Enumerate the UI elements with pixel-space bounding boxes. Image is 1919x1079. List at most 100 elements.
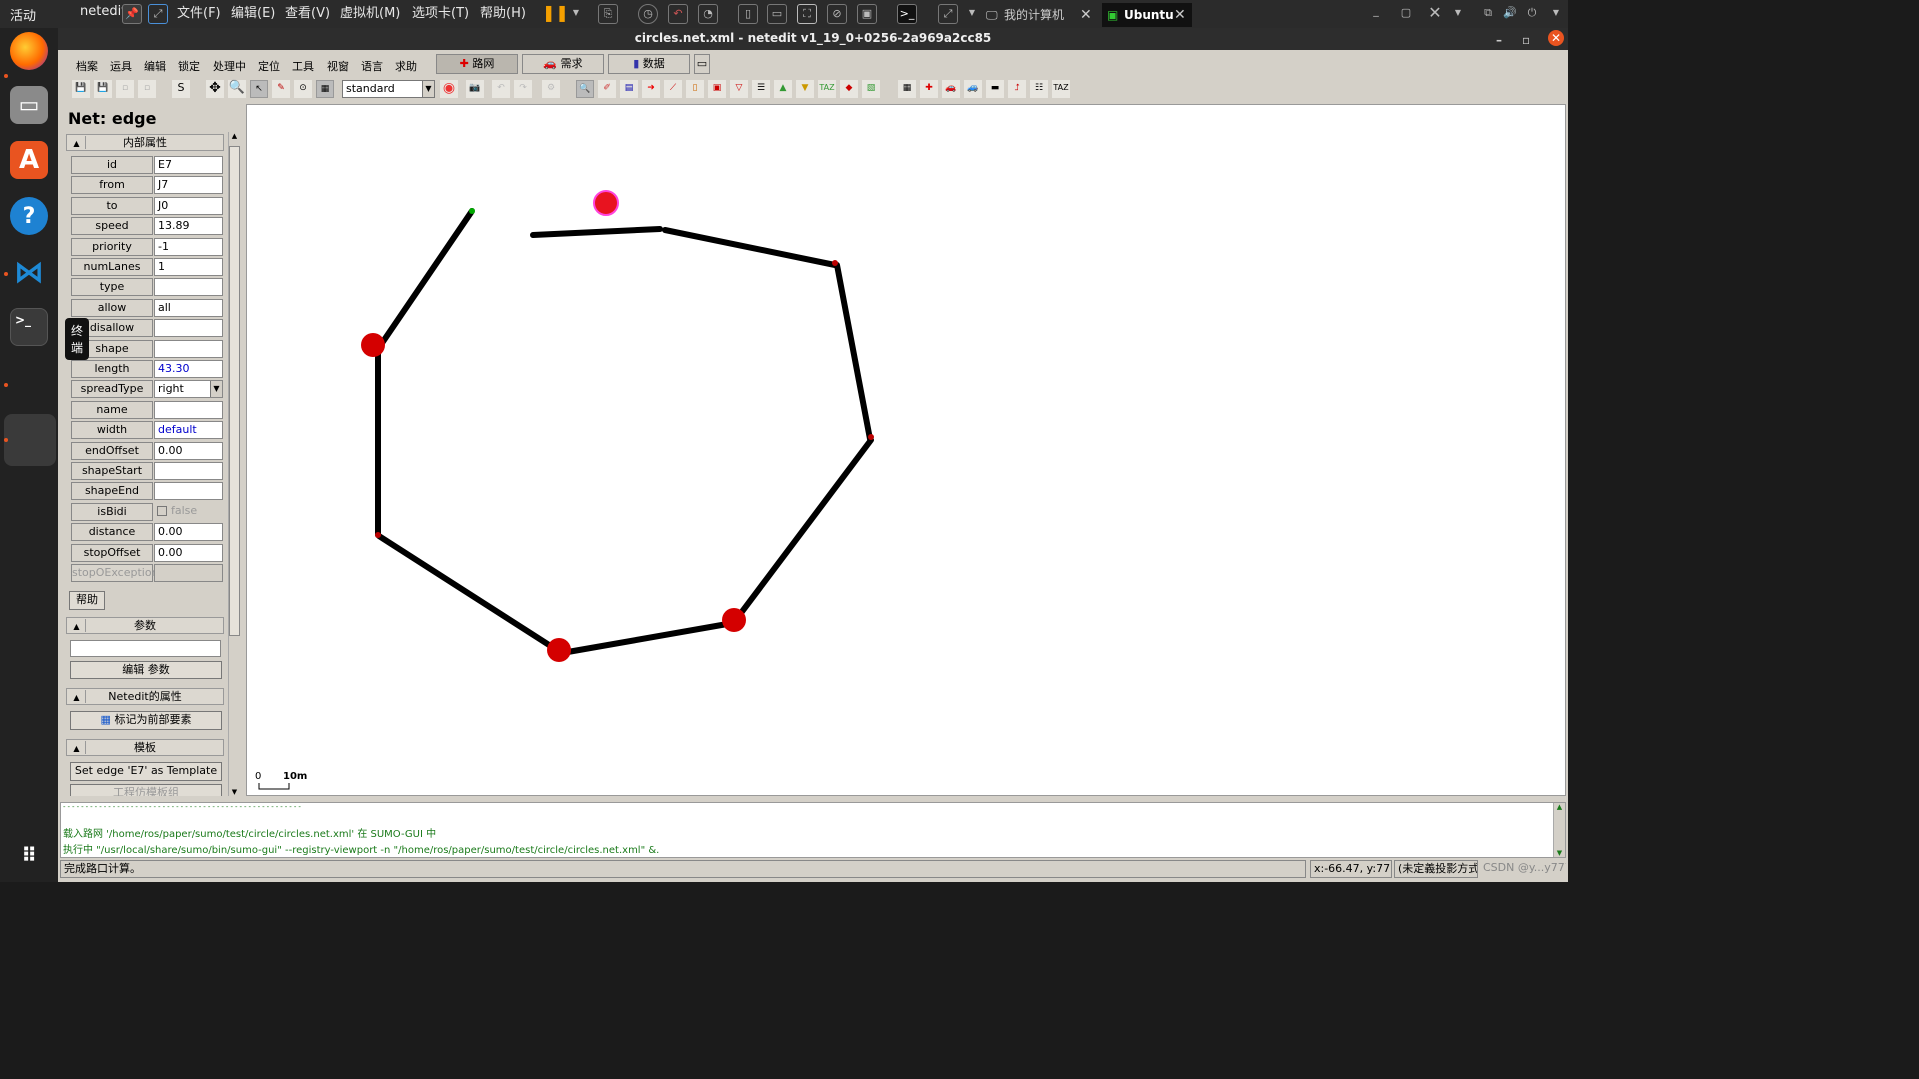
menu-processing[interactable]: 处理中 <box>213 58 246 74</box>
mode-demand-button[interactable]: 🚗 需求 <box>522 54 604 74</box>
software-icon[interactable]: A <box>10 141 48 179</box>
attribute-label[interactable]: shapeStart <box>71 462 153 480</box>
pin-icon[interactable]: 📌 <box>122 4 142 24</box>
edge-E6[interactable] <box>375 208 475 352</box>
create-edge-icon[interactable]: ⟋ <box>664 80 682 98</box>
color-profile-select[interactable]: standard ▼ <box>342 80 435 98</box>
attribute-label[interactable]: type <box>71 278 153 297</box>
parameters-header[interactable]: ▲ 参数 <box>66 617 224 634</box>
attribute-value-allow[interactable]: all <box>154 298 223 317</box>
isbidi-checkbox[interactable] <box>157 505 167 516</box>
help-icon[interactable]: ? <box>10 197 48 235</box>
edge-E2[interactable] <box>732 437 874 624</box>
edge-E1[interactable] <box>834 262 873 442</box>
close-icon[interactable]: ✕ <box>1174 3 1186 27</box>
save-all-icon[interactable]: 💾 <box>94 80 112 98</box>
activities-button[interactable]: 活动 <box>10 5 36 24</box>
vscode-icon[interactable]: ⋈ <box>10 253 48 291</box>
attribute-label[interactable]: length <box>71 360 153 378</box>
help-button[interactable]: 帮助 <box>69 591 105 610</box>
firefox-icon[interactable] <box>10 32 48 70</box>
network-status-icon[interactable]: ⧉ <box>1478 4 1498 24</box>
view-multi-monitor-icon[interactable]: ▣ <box>857 4 877 24</box>
revert-snapshot-icon[interactable]: ↶ <box>668 4 688 24</box>
menu-help[interactable]: 求助 <box>395 58 417 74</box>
chevron-down-icon[interactable]: ▼ <box>566 4 586 24</box>
edit-parameters-button[interactable]: 编辑 参数 <box>70 661 222 679</box>
bus-stop-icon[interactable]: ▬ <box>986 80 1004 98</box>
move-mode-icon[interactable]: ➜ <box>642 80 660 98</box>
turn-icon[interactable]: ⮥ <box>1008 80 1026 98</box>
internal-attributes-header[interactable]: ▲ 内部属性 <box>66 134 224 151</box>
vm-menu-edit[interactable]: 编辑(E) <box>231 3 275 25</box>
scroll-up-icon[interactable]: ▲ <box>1554 803 1565 811</box>
junction-J6[interactable] <box>361 333 385 357</box>
edge-E7[interactable] <box>530 226 663 238</box>
scroll-down-icon[interactable]: ▼ <box>1554 849 1565 857</box>
junction-J4[interactable] <box>547 638 571 662</box>
junction-J2[interactable] <box>868 434 874 440</box>
menu-edit[interactable]: 编辑 <box>144 58 166 74</box>
collapse-icon[interactable]: ▲ <box>68 136 86 149</box>
panel-scrollbar[interactable]: ▲ ▼ <box>228 132 240 796</box>
edge-E3[interactable] <box>559 620 736 656</box>
chevron-down-icon[interactable]: ▼ <box>962 4 982 24</box>
crossing-icon[interactable]: ☰ <box>752 80 770 98</box>
attribute-label[interactable]: isBidi <box>71 502 153 521</box>
attribute-value-distance[interactable]: 0.00 <box>154 523 223 542</box>
zoom-icon[interactable]: 🔍 <box>228 80 246 98</box>
vm-menu-file[interactable]: 文件(F) <box>177 3 221 25</box>
edge-E4[interactable] <box>376 533 563 655</box>
console-icon[interactable]: >_ <box>897 4 917 24</box>
view-split-icon[interactable]: ▭ <box>767 4 787 24</box>
snapshot-manager-icon[interactable]: ◔ <box>698 4 718 24</box>
inspect-icon[interactable]: ✎ <box>272 80 290 98</box>
menu-tools[interactable]: 工具 <box>292 58 314 74</box>
attribute-label[interactable]: width <box>71 421 153 440</box>
terminal-icon[interactable]: >_ <box>10 308 48 346</box>
maximize-icon[interactable]: ▢ <box>1396 4 1416 24</box>
collapse-icon[interactable]: ▲ <box>68 741 86 754</box>
attribute-value-speed[interactable]: 13.89 <box>154 217 223 236</box>
junction-shape-icon[interactable]: ✚ <box>920 80 938 98</box>
mode-data-button[interactable]: ▮ 数据 <box>608 54 690 74</box>
grid-icon[interactable]: ▦ <box>898 80 916 98</box>
scrollbar-thumb[interactable] <box>229 146 240 636</box>
tab-ubuntu[interactable]: ▣ Ubuntu ✕ <box>1102 3 1192 27</box>
screenshot-icon[interactable]: 📷 <box>466 80 484 98</box>
attribute-value-width[interactable]: default <box>154 421 223 440</box>
network-canvas[interactable]: 0 10m <box>246 104 1566 796</box>
vehicle-route-icon[interactable]: 🚙 <box>964 80 982 98</box>
collapse-icon[interactable]: ▲ <box>68 619 86 632</box>
log-scrollbar[interactable]: ▲ ▼ <box>1553 803 1565 857</box>
snapshot-icon[interactable]: ◷ <box>638 4 658 24</box>
taz-icon[interactable]: TAZ <box>818 80 836 98</box>
attribute-value-id[interactable]: E7 <box>154 156 223 174</box>
attribute-value-shapeStart[interactable] <box>154 462 223 480</box>
menu-lock[interactable]: 锁定 <box>178 58 200 74</box>
attribute-label[interactable]: name <box>71 400 153 419</box>
attribute-value-disallow[interactable] <box>154 319 223 338</box>
inspect-mode-icon[interactable]: 🔍 <box>576 80 594 98</box>
decal-icon[interactable]: ▧ <box>862 80 880 98</box>
netedit-attributes-header[interactable]: ▲ Netedit的属性 <box>66 688 224 705</box>
additional-icon[interactable]: ▲ <box>774 80 792 98</box>
send-keys-icon[interactable]: ⎘ <box>598 4 618 24</box>
attribute-label[interactable]: priority <box>71 237 153 256</box>
traffic-light-icon[interactable]: ▯ <box>686 80 704 98</box>
prohibition-icon[interactable]: ▽ <box>730 80 748 98</box>
list-icon[interactable]: ☷ <box>1030 80 1048 98</box>
grid-mode-icon[interactable]: ▦ <box>316 80 334 98</box>
attribute-value-spreadType[interactable]: right ▼ <box>154 380 223 399</box>
attribute-label[interactable]: distance <box>71 523 153 542</box>
message-log[interactable]: ----------------------------------------… <box>60 802 1566 858</box>
s-button[interactable]: S <box>172 80 190 98</box>
edge-E0[interactable] <box>662 227 838 268</box>
stretch-icon[interactable]: ⤢ <box>938 4 958 24</box>
select-mode-icon[interactable]: ▤ <box>620 80 638 98</box>
attribute-label[interactable]: numLanes <box>71 258 153 276</box>
attribute-label[interactable]: from <box>71 176 153 195</box>
attribute-label[interactable]: id <box>71 156 153 174</box>
view-fullscreen-icon[interactable]: ⛶ <box>797 4 817 24</box>
attribute-value-isBidi[interactable]: false <box>154 503 223 521</box>
